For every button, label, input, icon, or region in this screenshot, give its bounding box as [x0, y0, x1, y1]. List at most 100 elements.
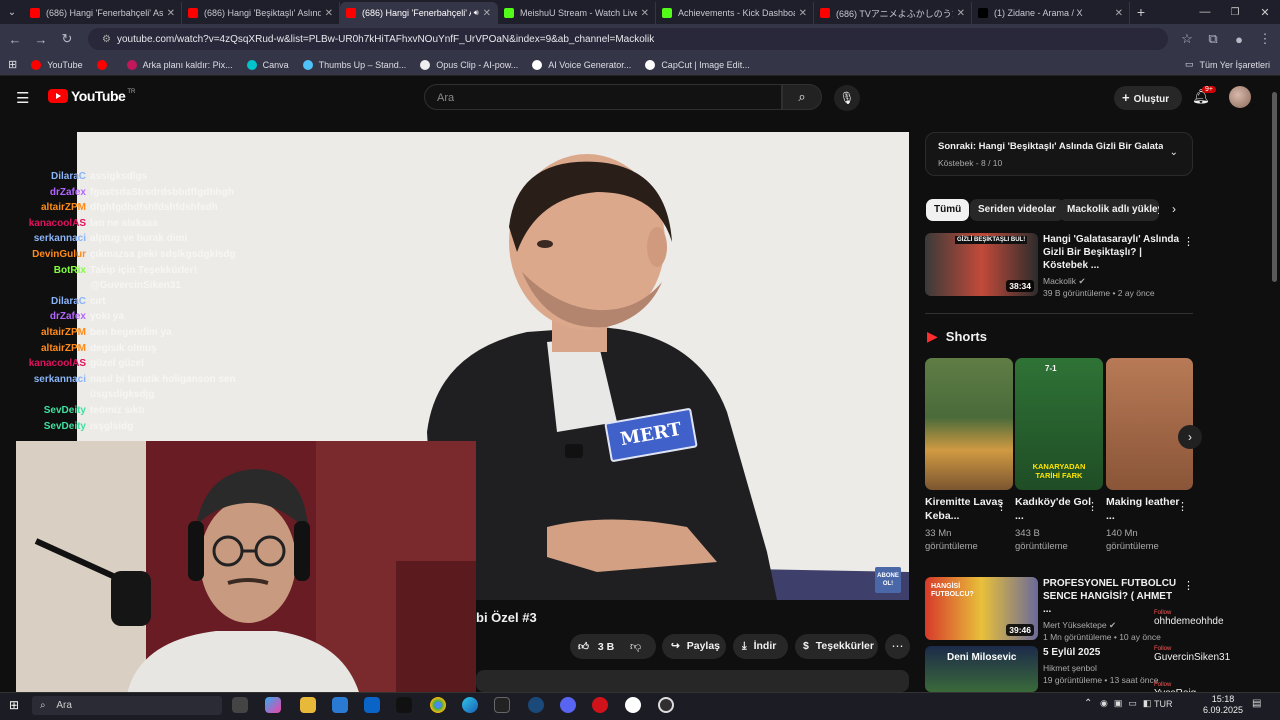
apps-grid-icon[interactable]: ⊞	[8, 58, 17, 71]
subscribe-watermark[interactable]: ABONE OL!	[875, 567, 901, 593]
steam-icon[interactable]	[528, 697, 544, 713]
voice-search-button[interactable]: 🎙	[834, 85, 860, 111]
start-button[interactable]: ⊞	[9, 698, 19, 712]
share-button[interactable]: ↪ Paylaş	[662, 634, 726, 659]
yandex-icon[interactable]	[625, 697, 641, 713]
create-button[interactable]: + Oluştur	[1114, 86, 1182, 110]
bookmark-item-4[interactable]: Canva	[246, 59, 289, 70]
tab-close-icon[interactable]: ✕	[957, 8, 965, 19]
file-explorer-icon[interactable]	[300, 697, 316, 713]
taskbar-search[interactable]: ⌕ Ara	[32, 696, 222, 715]
short-2-title[interactable]: Kadıköy'de Gol ...	[1015, 495, 1095, 523]
rec1-info[interactable]: Hangi 'Galatasaraylı' Aslında Gizli Bir …	[1043, 233, 1183, 299]
chips-next-chevron-icon[interactable]: ›	[1172, 202, 1176, 216]
forward-icon[interactable]: →	[30, 32, 52, 47]
rec2-thumbnail[interactable]: HANGİSİ FUTBOLCU? 39:46	[925, 577, 1038, 640]
tab-close-icon[interactable]: ✕	[799, 8, 807, 19]
short-2-thumbnail[interactable]: 7-1 KANARYADAN TARİHİ FARK	[1015, 358, 1103, 490]
dislike-button[interactable]: 👎︎	[630, 640, 641, 653]
tray-icons[interactable]: ◉▣▭◧	[1100, 698, 1157, 709]
minimize-button[interactable]: —	[1190, 6, 1220, 18]
shorts-next-button[interactable]: ›	[1178, 425, 1202, 449]
back-icon[interactable]: ←	[4, 32, 26, 47]
browser-tab-5[interactable]: Achievements - Kick Dashboard ✕	[656, 2, 814, 24]
account-avatar[interactable]	[1229, 86, 1251, 108]
terminal-icon[interactable]	[494, 697, 510, 713]
bookmark-item-8[interactable]: CapCut | Image Edit...	[645, 59, 750, 70]
short-1-thumbnail[interactable]	[925, 358, 1013, 490]
page-scrollbar[interactable]	[1272, 92, 1277, 282]
edge-icon[interactable]	[462, 697, 478, 713]
description-box[interactable]	[476, 670, 909, 692]
notification-center-icon[interactable]: ▤	[1252, 698, 1261, 709]
browser-tab-6[interactable]: (686) TVアニメよふかしのうた Season ✕	[814, 2, 972, 24]
copilot-icon[interactable]	[265, 697, 281, 713]
bookmark-item-6[interactable]: Opus Clip - AI-pow...	[420, 59, 518, 70]
opera-icon[interactable]	[592, 697, 608, 713]
tray-overflow-icon[interactable]: ⌃	[1084, 698, 1092, 709]
all-bookmarks-folder-icon[interactable]: ▭	[1185, 59, 1194, 70]
browser-tab-4[interactable]: MeishuU Stream - Watch Live on ✕	[498, 2, 656, 24]
language-indicator[interactable]: TUR	[1154, 699, 1173, 709]
notifications-button[interactable]: 🔔︎ 9+	[1192, 86, 1216, 105]
rec2-menu-icon[interactable]: ⋮	[1183, 579, 1194, 592]
rec1-menu-icon[interactable]: ⋮	[1183, 235, 1194, 248]
tab-close-icon[interactable]: ✕	[641, 8, 649, 19]
chip-series[interactable]: Seriden videolar	[970, 199, 1064, 221]
reload-icon[interactable]: ↻	[56, 31, 78, 47]
discord-icon[interactable]	[560, 697, 576, 713]
thanks-button[interactable]: $ Teşekkürler	[795, 634, 878, 659]
rec3-thumbnail[interactable]: Deni Milosevic	[925, 646, 1038, 692]
tab-audio-icon[interactable]: 🔊︎	[474, 8, 479, 18]
search-button[interactable]: ⌕	[782, 84, 822, 110]
browser-tab-1[interactable]: (686) Hangi 'Fenerbahçeli' Aslında ✕	[24, 2, 182, 24]
window-close-button[interactable]: ✕	[1250, 6, 1280, 19]
hamburger-menu-icon[interactable]: ☰	[16, 89, 29, 107]
youtube-logo[interactable]: YouTube TR	[48, 88, 135, 104]
tab-menu-icon[interactable]: ⌄	[0, 7, 24, 18]
profile-avatar-icon[interactable]: ●	[1228, 32, 1250, 47]
short-3-title[interactable]: Making leather ...	[1106, 495, 1186, 523]
chevron-down-icon[interactable]: ⌄	[1170, 147, 1178, 158]
like-button[interactable]: 👍︎ 3 B	[578, 640, 614, 653]
outlook-icon[interactable]	[364, 697, 380, 713]
restore-button[interactable]: ❐	[1220, 7, 1250, 18]
more-actions-button[interactable]: ⋯	[885, 634, 910, 659]
bookmark-item-5[interactable]: Thumbs Up – Stand...	[302, 59, 406, 70]
short-1-title[interactable]: Kiremitte Lavaş Keba...	[925, 495, 1005, 523]
download-button[interactable]: ⤓ İndir	[733, 634, 788, 659]
tab-close-icon[interactable]: ✕	[167, 8, 175, 19]
tab-close-icon[interactable]: ✕	[325, 8, 333, 19]
task-view-icon[interactable]	[232, 697, 248, 713]
up-next-card[interactable]: Sonraki: Hangi 'Beşiktaşlı' Aslında Gizl…	[925, 132, 1193, 176]
bookmark-item-2[interactable]	[96, 59, 113, 70]
store-icon[interactable]	[332, 697, 348, 713]
new-tab-button[interactable]: +	[1130, 4, 1152, 20]
url-field[interactable]: ⚙ youtube.com/watch?v=4zQsqXRud-w&list=P…	[88, 28, 1168, 50]
browser-menu-icon[interactable]: ⋮	[1254, 31, 1276, 47]
clock[interactable]: 15:18 6.09.2025	[1200, 694, 1246, 716]
tiktok-icon[interactable]	[396, 697, 412, 713]
tab-close-icon[interactable]: ✕	[1115, 8, 1123, 19]
chip-uploader[interactable]: Mackolik adlı yükleyici	[1059, 199, 1159, 221]
chrome-icon[interactable]	[430, 697, 446, 713]
search-input[interactable]: Ara	[424, 84, 782, 110]
chip-all[interactable]: Tümü	[926, 199, 970, 221]
browser-tab-7[interactable]: (1) Zidane - Arama / X ✕	[972, 2, 1130, 24]
rec3-info[interactable]: 5 Eylül 2025 Hikmet şenbol 19 görüntülem…	[1043, 646, 1163, 686]
bookmark-item-7[interactable]: AI Voice Generator...	[532, 59, 631, 70]
short-2-menu-icon[interactable]: ⋮	[1087, 500, 1098, 513]
bookmark-item-3[interactable]: Arka planı kaldır: Pix...	[126, 59, 233, 70]
tab-close-icon[interactable]: ✕	[483, 8, 491, 19]
all-bookmarks-link[interactable]: Tüm Yer İşaretleri	[1199, 60, 1270, 70]
bookmark-item-1[interactable]: YouTube	[31, 59, 83, 70]
extensions-icon[interactable]: ⧉	[1202, 31, 1224, 47]
browser-tab-3[interactable]: (686) Hangi 'Fenerbahçeli' Aslında🔊︎ ✕	[340, 2, 498, 24]
obs-icon[interactable]	[658, 697, 674, 713]
short-1-menu-icon[interactable]: ⋮	[996, 500, 1007, 513]
site-info-icon[interactable]: ⚙	[102, 34, 111, 45]
short-3-thumbnail[interactable]	[1106, 358, 1193, 490]
bookmark-star-icon[interactable]: ☆	[1176, 31, 1198, 47]
rec1-thumbnail[interactable]: GİZLİ BEŞİKTAŞLI BUL! 38:34	[925, 233, 1038, 296]
browser-tab-2[interactable]: (686) Hangi 'Beşiktaşlı' Aslında ✕	[182, 2, 340, 24]
